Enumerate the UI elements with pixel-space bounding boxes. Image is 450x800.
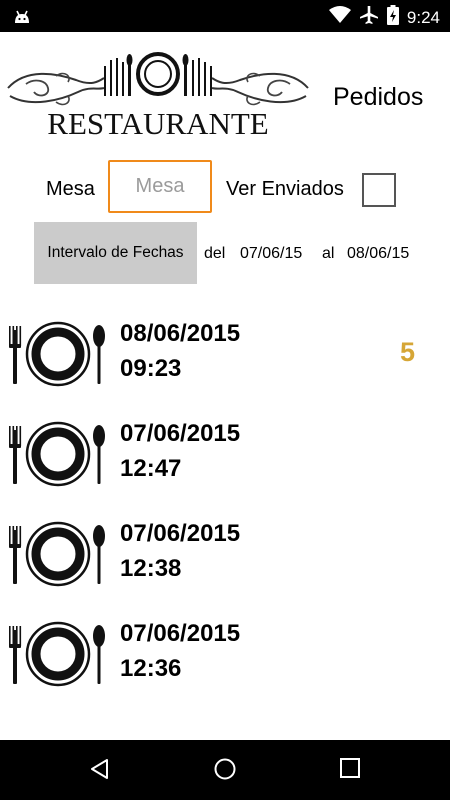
android-icon <box>12 7 32 30</box>
status-time: 9:24 <box>406 7 440 27</box>
list-item[interactable]: 08/06/2015 09:23 5 <box>0 320 450 390</box>
battery-charging-icon <box>386 5 399 30</box>
mesa-input[interactable] <box>108 160 212 213</box>
mesa-label: Mesa <box>46 178 95 200</box>
plate-cutlery-icon <box>8 520 108 593</box>
status-bar: 9:24 <box>0 0 450 32</box>
ver-enviados-label: Ver Enviados <box>226 178 344 200</box>
plate-cutlery-icon <box>8 620 108 693</box>
to-date[interactable]: 08/06/15 <box>347 245 409 263</box>
del-label: del <box>204 245 226 262</box>
order-time: 12:47 <box>120 455 182 482</box>
list-item[interactable]: 07/06/2015 12:38 <box>0 520 450 590</box>
airplane-icon <box>359 5 379 30</box>
plate-cutlery-icon <box>8 320 108 393</box>
order-time: 12:36 <box>120 655 182 682</box>
order-count-badge: 5 <box>400 337 416 367</box>
home-icon[interactable] <box>213 757 237 786</box>
ver-enviados-checkbox[interactable] <box>362 173 396 207</box>
order-time: 12:38 <box>120 555 182 582</box>
plate-cutlery-icon <box>8 420 108 493</box>
order-time: 09:23 <box>120 355 182 382</box>
list-item[interactable]: 07/06/2015 12:47 <box>0 420 450 490</box>
al-label: al <box>322 245 335 262</box>
navigation-bar <box>0 740 450 800</box>
page-title: Pedidos <box>333 83 424 111</box>
order-date: 07/06/2015 <box>120 520 241 547</box>
from-date[interactable]: 07/06/15 <box>240 245 302 263</box>
order-date: 08/06/2015 <box>120 320 241 347</box>
wifi-icon <box>328 6 351 29</box>
recents-icon[interactable] <box>339 757 361 784</box>
order-date: 07/06/2015 <box>120 420 241 447</box>
svg-text:RESTAURANTE: RESTAURANTE <box>47 106 268 141</box>
list-item[interactable]: 07/06/2015 12:36 <box>0 620 450 690</box>
order-date: 07/06/2015 <box>120 620 241 647</box>
restaurant-logo: RESTAURANTE <box>6 48 310 142</box>
back-icon[interactable] <box>88 757 112 786</box>
interval-dates-button[interactable]: Intervalo de Fechas <box>34 222 197 284</box>
